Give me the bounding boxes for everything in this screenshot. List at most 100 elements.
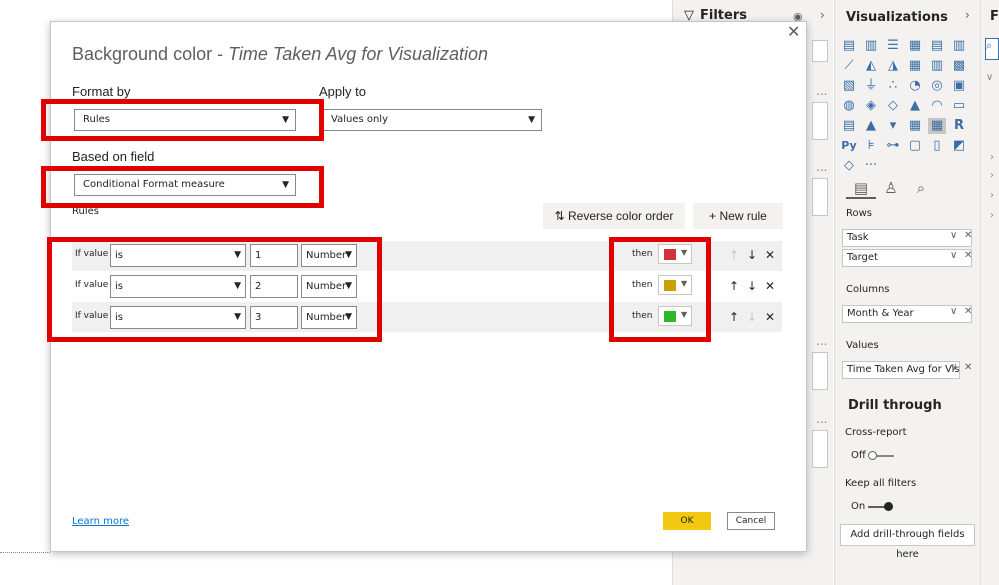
keep-filters-toggle-knob[interactable] xyxy=(884,502,893,511)
map-icon[interactable]: ◍ xyxy=(840,98,858,114)
column-icon[interactable]: ▦ xyxy=(906,38,924,54)
cross-report-label: Cross-report xyxy=(845,427,907,438)
table-icon[interactable]: ▦ xyxy=(906,118,924,134)
qa-icon[interactable]: ▢ xyxy=(906,138,924,154)
clustered-bar-icon[interactable]: ☰ xyxy=(884,38,902,54)
waterfall-icon[interactable]: ▧ xyxy=(840,78,858,94)
side-chevron-icon[interactable]: › xyxy=(990,190,994,201)
line-column-icon[interactable]: ▦ xyxy=(906,58,924,74)
kpi-icon[interactable]: ▲ xyxy=(862,118,880,134)
keep-filters-label: Keep all filters xyxy=(845,478,917,489)
stacked-bar-icon[interactable]: ▤ xyxy=(840,38,858,54)
slicer-icon[interactable]: ▾ xyxy=(884,118,902,134)
columns-remove-icon[interactable]: ✕ xyxy=(964,306,972,317)
fields-search-icon[interactable]: ⌕ xyxy=(985,38,999,60)
rows-field-label: Task xyxy=(847,232,869,243)
columns-field-label: Month & Year xyxy=(847,308,914,319)
apply-to-dropdown[interactable]: Values only ▼ xyxy=(322,109,542,131)
donut-icon[interactable]: ◎ xyxy=(928,78,946,94)
column-100-icon[interactable]: ▥ xyxy=(950,38,968,54)
power-apps-icon[interactable]: ◩ xyxy=(950,138,968,154)
side-chevron-icon[interactable]: › xyxy=(990,210,994,221)
fields-tab-icon[interactable]: ▤ xyxy=(846,179,876,199)
pie-icon[interactable]: ◔ xyxy=(906,78,924,94)
fields-expand-chevron-icon[interactable]: ∨ xyxy=(986,72,993,83)
rows-task-expand-icon[interactable]: ∨ xyxy=(950,230,957,241)
azure-map-icon[interactable]: ▲ xyxy=(906,98,924,114)
gauge-icon[interactable]: ◠ xyxy=(928,98,946,114)
based-on-field-label: Based on field xyxy=(72,149,155,164)
matrix-icon[interactable]: ▦ xyxy=(928,118,946,134)
cancel-button[interactable]: Cancel xyxy=(727,512,775,530)
rows-target-expand-icon[interactable]: ∨ xyxy=(950,250,957,261)
delete-rule-icon[interactable]: ✕ xyxy=(765,248,775,262)
side-chevron-icon[interactable]: › xyxy=(990,170,994,181)
values-remove-icon[interactable]: ✕ xyxy=(964,362,972,373)
format-by-label: Format by xyxy=(72,84,131,99)
move-down-icon[interactable]: ↓ xyxy=(747,310,757,324)
move-up-icon[interactable]: ↑ xyxy=(729,248,739,262)
move-up-icon[interactable]: ↑ xyxy=(729,279,739,293)
stacked-bar-100-icon[interactable]: ▤ xyxy=(928,38,946,54)
visualizations-collapse-chevron-icon[interactable]: › xyxy=(965,8,970,22)
area-chart-icon[interactable]: ◭ xyxy=(862,58,880,74)
delete-rule-icon[interactable]: ✕ xyxy=(765,310,775,324)
filter-card-more-icon[interactable]: ... xyxy=(816,84,827,98)
more-options-icon[interactable]: ··· xyxy=(862,158,880,174)
move-down-icon[interactable]: ↓ xyxy=(747,248,757,262)
scatter-icon[interactable]: ∴ xyxy=(884,78,902,94)
rows-target-remove-icon[interactable]: ✕ xyxy=(964,250,972,261)
cross-report-toggle-knob[interactable] xyxy=(868,451,877,460)
line-chart-icon[interactable]: ⟋ xyxy=(840,58,858,74)
filter-card-more-icon[interactable]: ... xyxy=(816,160,827,174)
card-icon[interactable]: ▭ xyxy=(950,98,968,114)
highlight-box-rule-colors xyxy=(609,237,711,342)
viz-tabs: ▤ ♙ ⌕ xyxy=(846,178,966,200)
decomposition-tree-icon[interactable]: ⊶ xyxy=(884,138,902,154)
close-icon[interactable]: ✕ xyxy=(787,22,800,41)
line-clustered-icon[interactable]: ▥ xyxy=(928,58,946,74)
treemap-icon[interactable]: ▣ xyxy=(950,78,968,94)
side-chevron-icon[interactable]: › xyxy=(990,152,994,163)
rows-field-label: Target xyxy=(847,252,878,263)
funnel-icon[interactable]: ⏚ xyxy=(862,78,880,94)
filters-collapse-chevron-icon[interactable]: › xyxy=(820,8,825,22)
filter-card[interactable] xyxy=(812,178,828,216)
canvas-dotted-guide xyxy=(0,552,50,553)
filter-card-more-icon[interactable]: ... xyxy=(816,412,827,426)
python-visual-icon[interactable]: Py xyxy=(840,138,858,154)
clustered-column-icon[interactable]: ▥ xyxy=(862,38,880,54)
new-rule-label: New rule xyxy=(719,209,767,223)
move-down-icon[interactable]: ↓ xyxy=(747,279,757,293)
reverse-color-order-button[interactable]: ⇅ Reverse color order xyxy=(543,203,685,229)
dialog-title-prefix: Background color - xyxy=(72,44,229,64)
values-field-label: Time Taken Avg for Visu xyxy=(847,364,960,375)
filter-card-more-icon[interactable]: ... xyxy=(816,334,827,348)
paginated-report-icon[interactable]: ▯ xyxy=(928,138,946,154)
reverse-color-order-label: Reverse color order xyxy=(568,209,674,223)
shape-map-icon[interactable]: ◇ xyxy=(884,98,902,114)
key-influencers-icon[interactable]: ⊧ xyxy=(862,138,880,154)
filters-search-box[interactable] xyxy=(812,40,828,62)
multi-row-card-icon[interactable]: ▤ xyxy=(840,118,858,134)
ok-button[interactable]: OK xyxy=(663,512,711,530)
analytics-tab-icon[interactable]: ⌕ xyxy=(906,179,936,197)
values-well-time-taken[interactable]: Time Taken Avg for Visu xyxy=(842,361,960,379)
format-tab-icon[interactable]: ♙ xyxy=(876,179,906,197)
values-expand-icon[interactable]: ∨ xyxy=(950,362,957,373)
columns-expand-icon[interactable]: ∨ xyxy=(950,306,957,317)
learn-more-link[interactable]: Learn more xyxy=(72,516,129,527)
stacked-area-icon[interactable]: ◮ xyxy=(884,58,902,74)
new-rule-button[interactable]: + New rule xyxy=(693,203,783,229)
filter-card[interactable] xyxy=(812,430,828,468)
add-drill-through-fields-well[interactable]: Add drill-through fields here xyxy=(840,524,975,560)
filter-card[interactable] xyxy=(812,102,828,140)
r-visual-icon[interactable]: R xyxy=(950,118,968,134)
filled-map-icon[interactable]: ◈ xyxy=(862,98,880,114)
delete-rule-icon[interactable]: ✕ xyxy=(765,279,775,293)
ribbon-chart-icon[interactable]: ▩ xyxy=(950,58,968,74)
move-up-icon[interactable]: ↑ xyxy=(729,310,739,324)
filter-card[interactable] xyxy=(812,352,828,390)
get-more-visuals-icon[interactable]: ◇ xyxy=(840,158,858,174)
rows-task-remove-icon[interactable]: ✕ xyxy=(964,230,972,241)
